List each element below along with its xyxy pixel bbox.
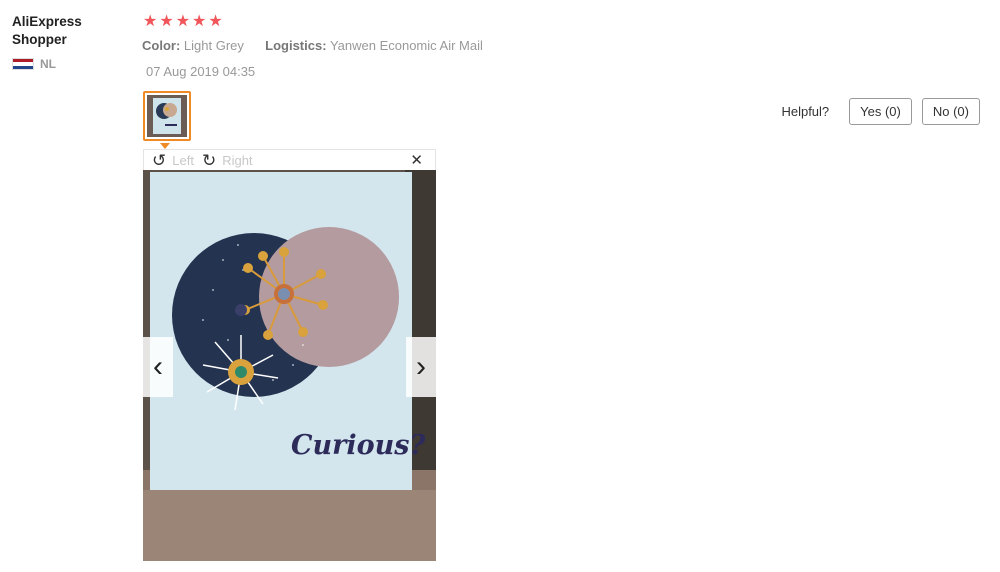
- photo-caption: Curious?: [291, 430, 426, 461]
- logistics-value: Yanwen Economic Air Mail: [329, 38, 483, 53]
- star-rating: ★ ★ ★ ★ ★: [143, 14, 223, 30]
- reviewer-country: NL: [12, 57, 122, 71]
- photo-viewer: ↺ Left ↻ Right ✕ Curious? ‹ ›: [143, 149, 436, 561]
- star-icon: ★: [208, 13, 223, 30]
- helpful-no-button[interactable]: No (0): [921, 98, 980, 125]
- rotate-left-button[interactable]: ↺ Left: [152, 152, 194, 169]
- star-icon: ★: [159, 13, 174, 30]
- reviewer-name: AliExpress Shopper: [12, 14, 82, 47]
- helpful-section: Helpful? Yes (0) No (0): [781, 98, 980, 125]
- rotate-left-icon: ↺: [152, 150, 167, 170]
- chevron-right-icon: ›: [416, 350, 426, 383]
- rotate-right-icon: ↻: [201, 150, 217, 170]
- review-photo-thumbnail[interactable]: [143, 91, 191, 141]
- previous-photo-button[interactable]: ‹: [143, 337, 173, 397]
- color-value: Light Grey: [183, 38, 244, 53]
- rotate-left-label: Left: [172, 152, 194, 168]
- netherlands-flag-icon: [12, 58, 34, 70]
- star-icon: ★: [143, 13, 158, 30]
- rotate-right-button[interactable]: ↻ Right: [202, 152, 253, 169]
- color-label: Color:: [142, 38, 181, 53]
- rotate-right-label: Right: [222, 152, 253, 168]
- star-icon: ★: [192, 13, 207, 30]
- photo-viewer-toolbar: ↺ Left ↻ Right ✕: [143, 149, 436, 170]
- chevron-left-icon: ‹: [153, 350, 163, 383]
- helpful-yes-button[interactable]: Yes (0): [849, 98, 912, 125]
- star-icon: ★: [175, 13, 191, 30]
- next-photo-button[interactable]: ›: [406, 337, 436, 397]
- order-attributes: Color: Light Grey Logistics: Yanwen Econ…: [142, 38, 483, 53]
- helpful-label: Helpful?: [781, 104, 830, 119]
- thumbnail-image: [147, 95, 187, 137]
- logistics-label: Logistics:: [265, 38, 327, 53]
- close-icon[interactable]: ✕: [410, 151, 423, 169]
- review-date: 07 Aug 2019 04:35: [146, 64, 256, 79]
- reviewer-info: AliExpress Shopper NL: [12, 13, 122, 71]
- review-photo: Curious? ‹ ›: [143, 170, 436, 561]
- country-code: NL: [40, 57, 56, 71]
- review-photo-image: Curious?: [143, 170, 436, 561]
